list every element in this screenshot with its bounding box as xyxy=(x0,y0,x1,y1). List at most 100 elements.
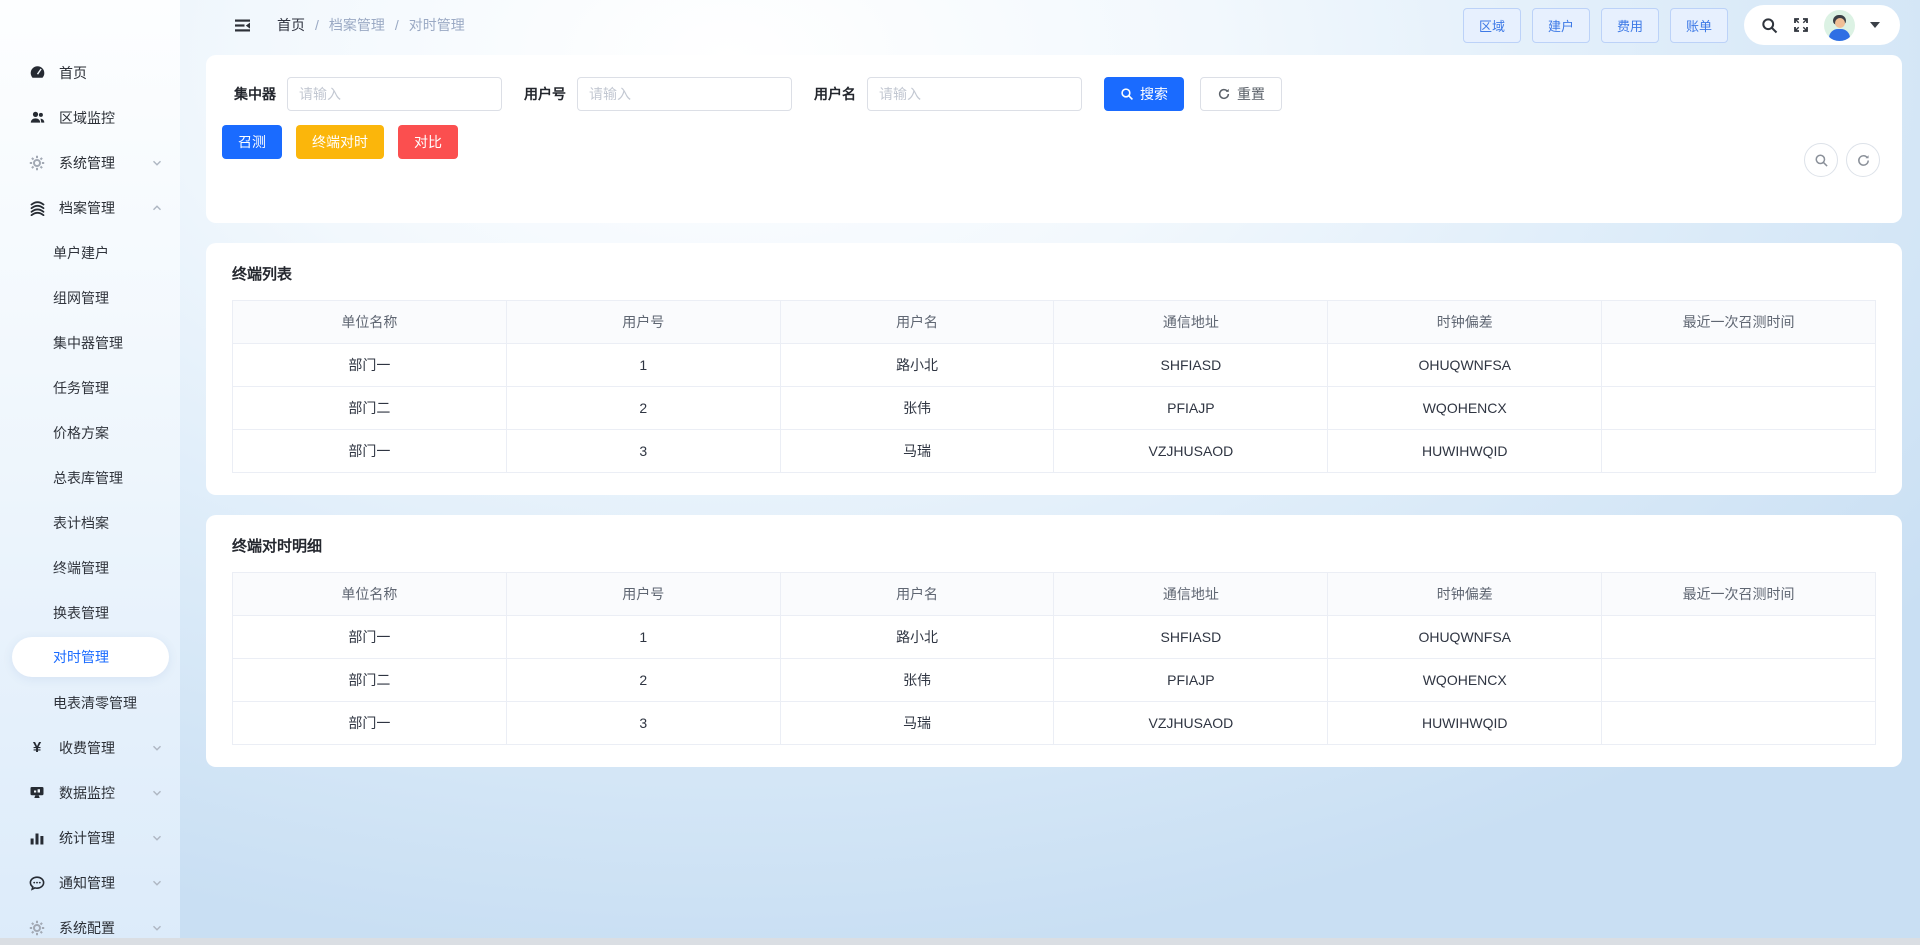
sidebar-item-label: 通知管理 xyxy=(59,873,115,893)
user-no-input[interactable] xyxy=(577,77,792,111)
table-row[interactable]: 部门一 1 路小北 SHFIASD OHUQWNFSA xyxy=(233,616,1876,659)
archive-submenu: 单户建户 组网管理 集中器管理 任务管理 价格方案 总表库管理 表计档案 终端管… xyxy=(0,230,180,725)
breadcrumb-separator: / xyxy=(395,17,399,33)
sidebar-item-label: 统计管理 xyxy=(59,828,115,848)
filter-row: 集中器 用户号 用户名 搜索 重置 xyxy=(206,77,1902,111)
sidebar-item-network-mgmt[interactable]: 组网管理 xyxy=(0,275,180,320)
chevron-up-icon xyxy=(150,201,164,215)
column-header: 用户号 xyxy=(506,573,780,616)
message-icon xyxy=(28,875,46,891)
sidebar-item-label: 档案管理 xyxy=(59,198,115,218)
chevron-down-icon xyxy=(150,831,164,845)
breadcrumb-time-sync[interactable]: 对时管理 xyxy=(409,15,465,35)
timing-detail-table: 单位名称 用户号 用户名 通信地址 时钟偏差 最近一次召测时间 部门一 1 路小… xyxy=(232,572,1876,745)
fee-button[interactable]: 费用 xyxy=(1601,8,1659,43)
table-row[interactable]: 部门一 3 马瑞 VZJHUSAOD HUWIHWQID xyxy=(233,430,1876,473)
sidebar-item-label: 系统配置 xyxy=(59,918,115,938)
sidebar-item-terminal-mgmt[interactable]: 终端管理 xyxy=(0,545,180,590)
reset-button[interactable]: 重置 xyxy=(1200,77,1282,111)
sidebar-item-label: 数据监控 xyxy=(59,783,115,803)
sidebar-item-fee-mgmt[interactable]: ¥ 收费管理 xyxy=(0,725,180,770)
sidebar-item-task-mgmt[interactable]: 任务管理 xyxy=(0,365,180,410)
column-header: 用户号 xyxy=(506,301,780,344)
user-name-input[interactable] xyxy=(867,77,1082,111)
filter-user-no: 用户号 xyxy=(524,77,792,111)
quick-nav-buttons: 区域 建户 费用 账单 xyxy=(1463,8,1728,43)
chevron-down-icon xyxy=(150,156,164,170)
column-header: 最近一次召测时间 xyxy=(1602,301,1876,344)
breadcrumb-home[interactable]: 首页 xyxy=(277,15,305,35)
sidebar-item-meter-change[interactable]: 换表管理 xyxy=(0,590,180,635)
horizontal-scrollbar[interactable] xyxy=(0,938,1920,945)
chevron-down-icon xyxy=(150,786,164,800)
timing-detail-title: 终端对时明细 xyxy=(232,535,1876,556)
bar-chart-icon xyxy=(28,830,46,846)
sidebar-item-label: 收费管理 xyxy=(59,738,115,758)
concentrator-input[interactable] xyxy=(287,77,502,111)
call-test-button[interactable]: 召测 xyxy=(222,125,282,159)
filter-card: 集中器 用户号 用户名 搜索 重置 召测 终端对时 对比 xyxy=(206,55,1902,223)
sidebar-item-price-plan[interactable]: 价格方案 xyxy=(0,410,180,455)
refresh-icon[interactable] xyxy=(1846,143,1880,177)
sidebar-item-stats-mgmt[interactable]: 统计管理 xyxy=(0,815,180,860)
yen-icon: ¥ xyxy=(28,740,46,756)
collapse-menu-icon[interactable] xyxy=(234,17,251,34)
layers-icon xyxy=(28,200,46,216)
sidebar-item-meter-archive[interactable]: 表计档案 xyxy=(0,500,180,545)
table-header-row: 单位名称 用户号 用户名 通信地址 时钟偏差 最近一次召测时间 xyxy=(233,301,1876,344)
terminal-timing-button[interactable]: 终端对时 xyxy=(296,125,384,159)
column-header: 通信地址 xyxy=(1054,573,1328,616)
column-header: 最近一次召测时间 xyxy=(1602,573,1876,616)
sidebar-item-area-monitor[interactable]: 区域监控 xyxy=(0,95,180,140)
table-row[interactable]: 部门一 3 马瑞 VZJHUSAOD HUWIHWQID xyxy=(233,702,1876,745)
search-icon[interactable] xyxy=(1761,17,1778,34)
table-header-row: 单位名称 用户号 用户名 通信地址 时钟偏差 最近一次召测时间 xyxy=(233,573,1876,616)
sidebar-item-home[interactable]: 首页 xyxy=(0,50,180,95)
main-content: 首页 / 档案管理 / 对时管理 区域 建户 费用 账单 xyxy=(180,0,1920,767)
sidebar-item-archive-mgmt[interactable]: 档案管理 xyxy=(0,185,180,230)
chevron-down-icon xyxy=(150,876,164,890)
chevron-down-icon xyxy=(150,921,164,935)
fullscreen-icon[interactable] xyxy=(1793,17,1809,33)
table-row[interactable]: 部门二 2 张伟 PFIAJP WQOHENCX xyxy=(233,659,1876,702)
search-button[interactable]: 搜索 xyxy=(1104,77,1184,111)
column-header: 用户名 xyxy=(780,301,1054,344)
sidebar-item-system-mgmt[interactable]: 系统管理 xyxy=(0,140,180,185)
sidebar-nav: 首页 区域监控 系统管理 档案管理 xyxy=(0,0,180,945)
column-header: 时钟偏差 xyxy=(1328,573,1602,616)
sidebar-item-time-sync-active[interactable]: 对时管理 xyxy=(12,637,169,677)
area-button[interactable]: 区域 xyxy=(1463,8,1521,43)
sidebar-item-data-monitor[interactable]: 数据监控 xyxy=(0,770,180,815)
gear-icon xyxy=(28,155,46,171)
topbar: 首页 / 档案管理 / 对时管理 区域 建户 费用 账单 xyxy=(180,0,1920,50)
compare-button[interactable]: 对比 xyxy=(398,125,458,159)
column-header: 时钟偏差 xyxy=(1328,301,1602,344)
sidebar-item-notify-mgmt[interactable]: 通知管理 xyxy=(0,860,180,905)
sidebar-item-master-meter-lib[interactable]: 总表库管理 xyxy=(0,455,180,500)
user-toolbar xyxy=(1744,5,1900,45)
actions-row: 召测 终端对时 对比 xyxy=(206,125,1902,159)
column-header: 单位名称 xyxy=(233,573,507,616)
filter-concentrator: 集中器 xyxy=(234,77,502,111)
column-header: 单位名称 xyxy=(233,301,507,344)
gear-icon xyxy=(28,920,46,936)
table-row[interactable]: 部门一 1 路小北 SHFIASD OHUQWNFSA xyxy=(233,344,1876,387)
breadcrumb-archive[interactable]: 档案管理 xyxy=(329,15,385,35)
dashboard-icon xyxy=(28,65,46,81)
bill-button[interactable]: 账单 xyxy=(1670,8,1728,43)
sidebar-item-label: 首页 xyxy=(59,63,87,83)
table-row[interactable]: 部门二 2 张伟 PFIAJP WQOHENCX xyxy=(233,387,1876,430)
filter-user-name: 用户名 xyxy=(814,77,1082,111)
zoom-search-icon[interactable] xyxy=(1804,143,1838,177)
card-tools xyxy=(1804,143,1880,177)
sidebar-item-single-account[interactable]: 单户建户 xyxy=(0,230,180,275)
avatar[interactable] xyxy=(1824,10,1855,41)
sidebar-item-concentrator-mgmt[interactable]: 集中器管理 xyxy=(0,320,180,365)
chevron-down-icon xyxy=(150,741,164,755)
create-account-button[interactable]: 建户 xyxy=(1532,8,1590,43)
sidebar-item-meter-reset[interactable]: 电表清零管理 xyxy=(0,680,180,725)
terminal-list-title: 终端列表 xyxy=(232,263,1876,284)
sidebar: 首页 区域监控 系统管理 档案管理 xyxy=(0,0,180,945)
terminal-list-card: 终端列表 单位名称 用户号 用户名 通信地址 时钟偏差 最近一次召测时间 部门一… xyxy=(206,243,1902,495)
user-menu-caret-icon[interactable] xyxy=(1870,22,1880,28)
